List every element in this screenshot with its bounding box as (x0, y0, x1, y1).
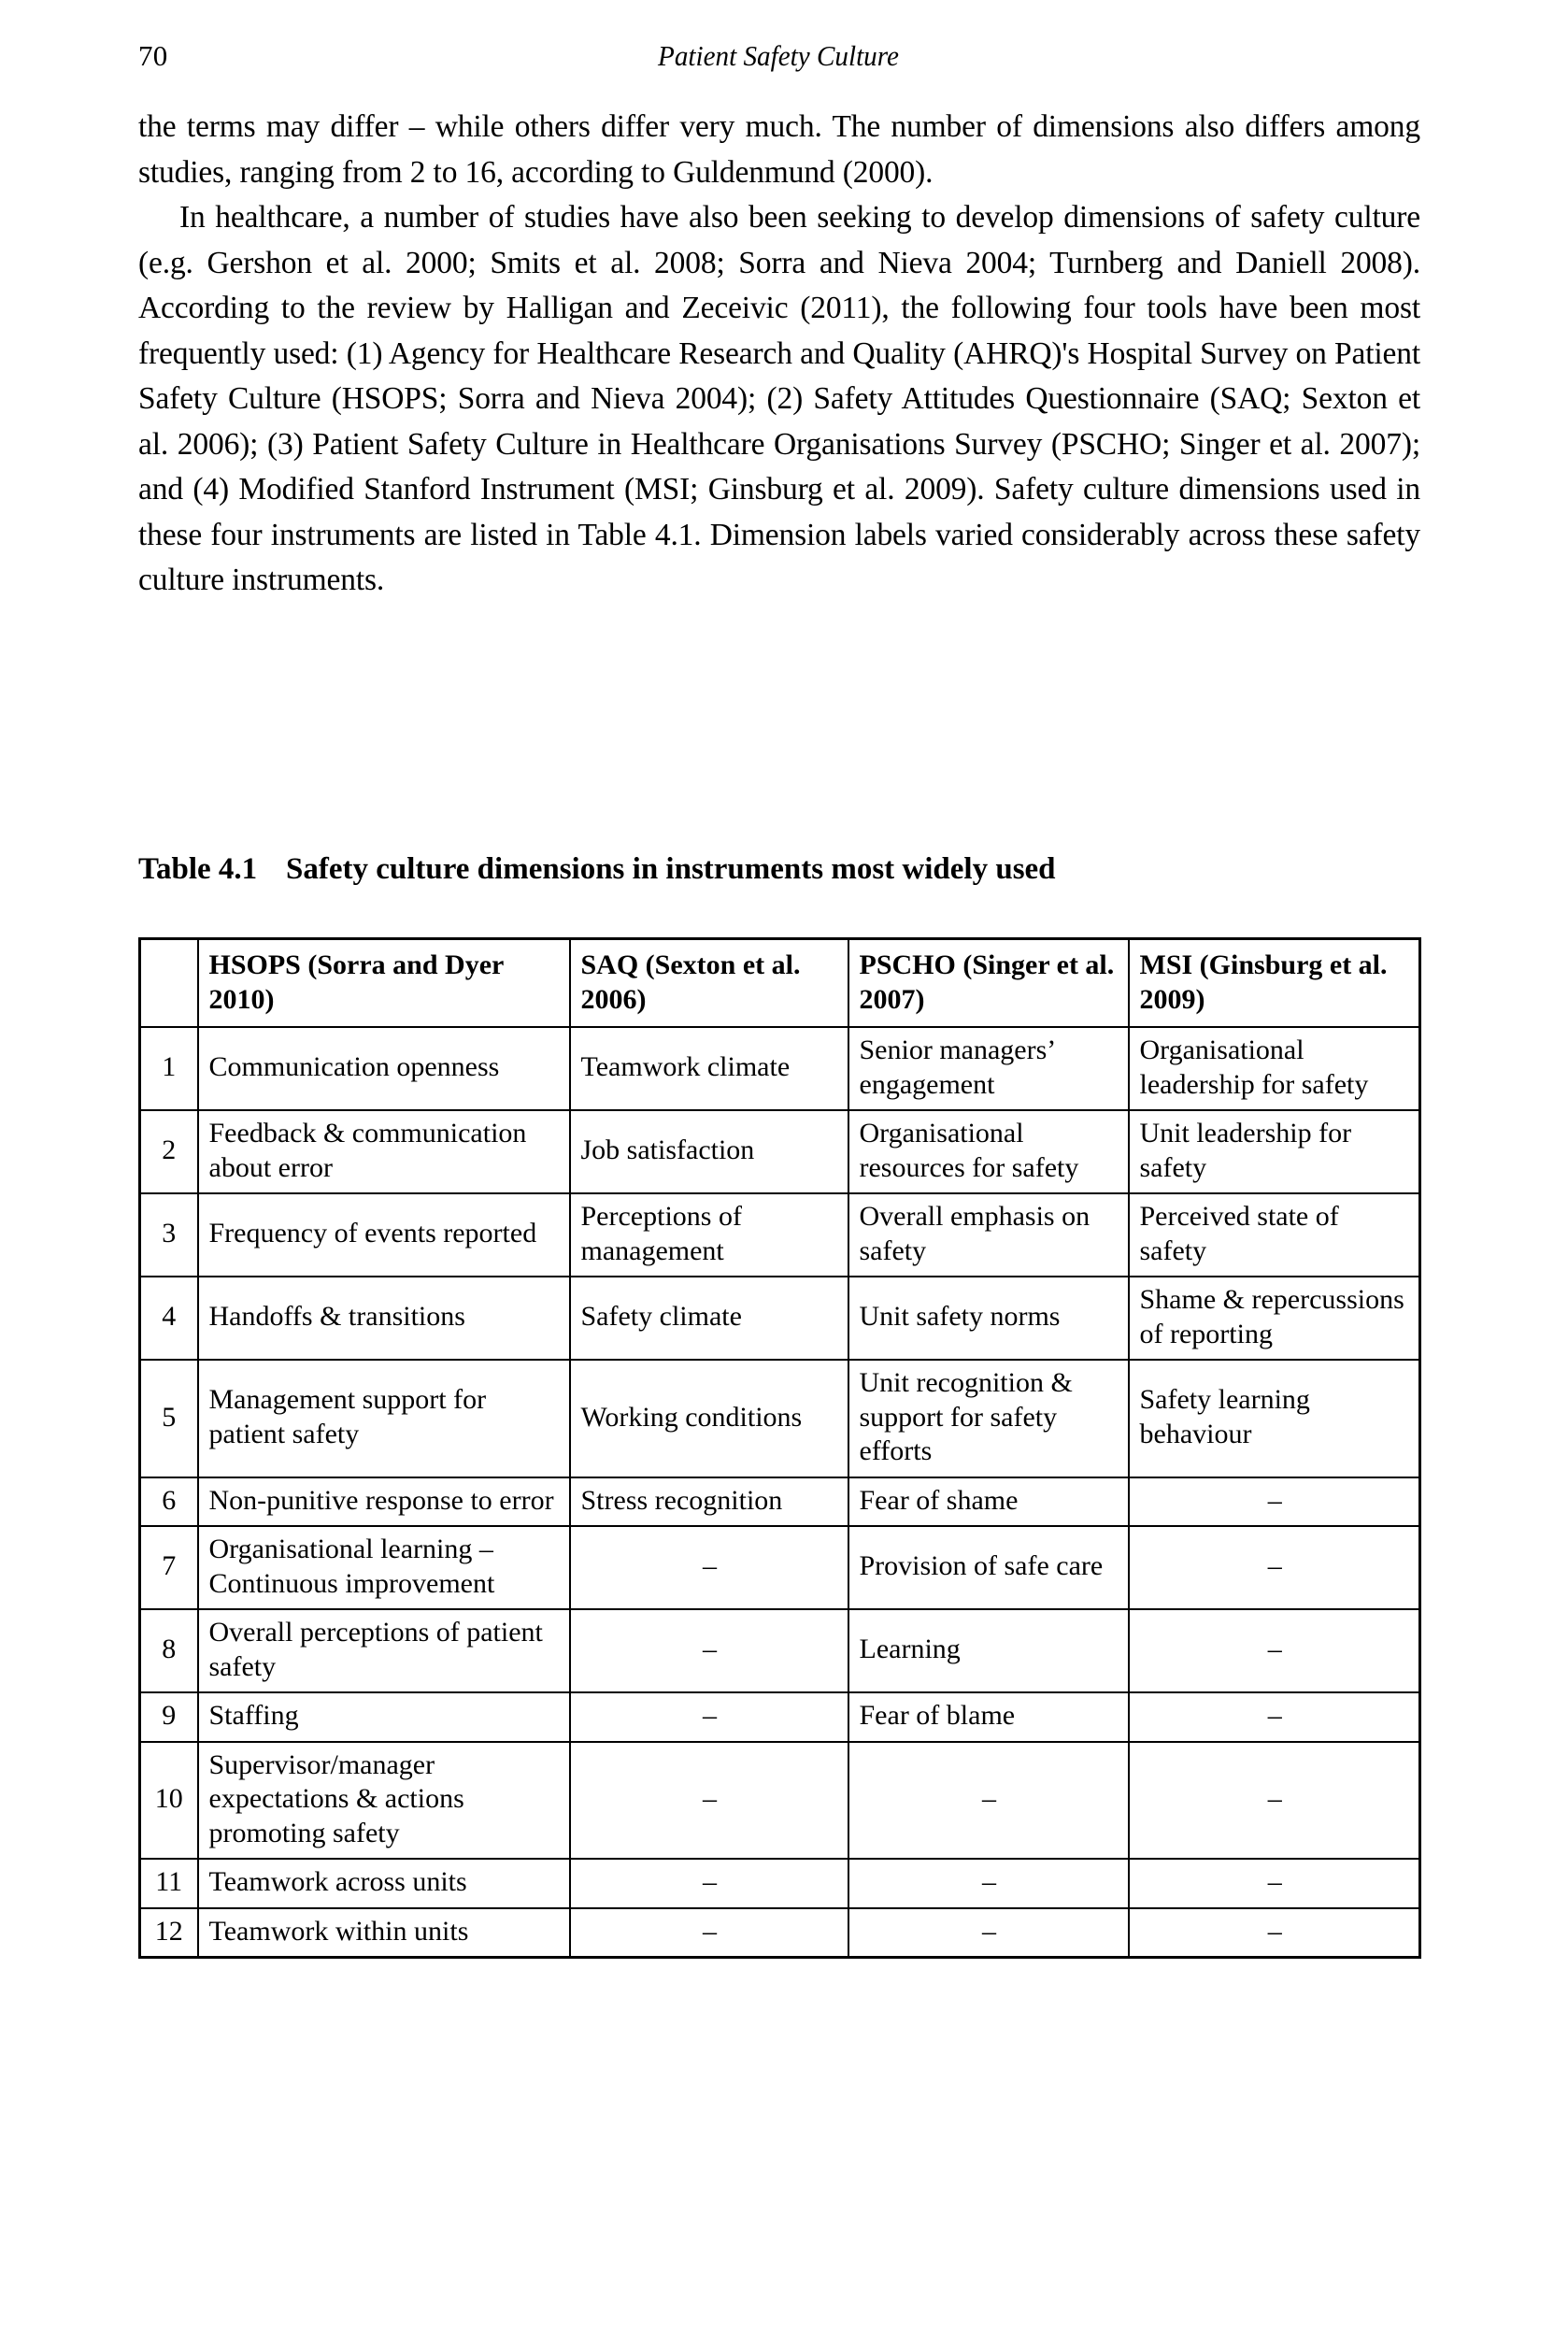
cell-hsops: Feedback & communication about error (196, 1109, 571, 1194)
table-head: HSOPS (Sorra and Dyer 2010) SAQ (Sexton … (138, 937, 1421, 1028)
cell-pscho: Fear of shame (847, 1476, 1130, 1527)
cell-msi: Unit leadership for safety (1127, 1109, 1421, 1194)
running-head: 70 Patient Safety Culture (138, 36, 1418, 77)
cell-msi: – (1127, 1740, 1421, 1860)
row-index: 6 (138, 1476, 199, 1527)
running-title: Patient Safety Culture (658, 39, 899, 72)
cell-saq: – (568, 1858, 849, 1909)
cell-msi: – (1127, 1906, 1421, 1959)
cell-saq: – (568, 1691, 849, 1743)
cell-saq: Stress recognition (568, 1476, 849, 1527)
document-page: 70 Patient Safety Culture the terms may … (0, 0, 1568, 2340)
table-row: 8 Overall perceptions of patient safety … (138, 1608, 1421, 1693)
cell-msi: Shame & repercussions of reporting (1127, 1276, 1421, 1361)
cell-hsops: Staffing (196, 1691, 571, 1743)
cell-hsops: Handoffs & transitions (196, 1276, 571, 1361)
cell-msi: Safety learning behaviour (1127, 1359, 1421, 1478)
cell-pscho: Overall emphasis on safety (847, 1192, 1130, 1277)
table-row: 11 Teamwork across units – – – (138, 1858, 1421, 1909)
cell-hsops: Non-punitive response to error (196, 1476, 571, 1527)
cell-pscho: – (847, 1858, 1130, 1909)
cell-msi: – (1127, 1525, 1421, 1610)
row-index: 12 (138, 1906, 199, 1959)
table-caption-text: Safety culture dimensions in instruments… (286, 852, 1056, 886)
table-row: 12 Teamwork within units – – – (138, 1906, 1421, 1959)
cell-pscho: – (847, 1740, 1130, 1860)
cell-msi: – (1127, 1691, 1421, 1743)
table-caption-number: Table 4.1 (138, 852, 258, 886)
row-index: 2 (138, 1109, 199, 1194)
row-index: 7 (138, 1525, 199, 1610)
column-header-index (138, 937, 199, 1028)
row-index: 4 (138, 1276, 199, 1361)
table-caption: Table 4.1 Safety culture dimensions in in… (138, 849, 1420, 890)
paragraph-2: In healthcare, a number of studies have … (138, 200, 1420, 597)
paragraph-1: the terms may differ – while others diff… (138, 109, 1420, 190)
cell-msi: Perceived state of safety (1127, 1192, 1421, 1277)
cell-pscho: Unit recognition & support for safety ef… (847, 1359, 1130, 1478)
cell-msi: – (1127, 1608, 1421, 1693)
cell-msi: – (1127, 1476, 1421, 1527)
row-index: 5 (138, 1359, 199, 1478)
cell-hsops: Supervisor/manager expectations & action… (196, 1740, 571, 1860)
table-row: 1 Communication openness Teamwork climat… (138, 1026, 1421, 1111)
column-header-hsops: HSOPS (Sorra and Dyer 2010) (196, 937, 571, 1028)
table-row: 7 Organisational learning – Continuous i… (138, 1525, 1421, 1610)
column-header-saq: SAQ (Sexton et al. 2006) (568, 937, 849, 1028)
column-header-msi: MSI (Ginsburg et al. 2009) (1127, 937, 1421, 1028)
cell-saq: Teamwork climate (568, 1026, 849, 1111)
table-header-row: HSOPS (Sorra and Dyer 2010) SAQ (Sexton … (138, 937, 1421, 1028)
row-index: 8 (138, 1608, 199, 1693)
cell-saq: – (568, 1740, 849, 1860)
table-row: 9 Staffing – Fear of blame – (138, 1691, 1421, 1743)
cell-pscho: Fear of blame (847, 1691, 1130, 1743)
cell-hsops: Teamwork within units (196, 1906, 571, 1959)
cell-saq: Perceptions of management (568, 1192, 849, 1277)
cell-hsops: Communication openness (196, 1026, 571, 1111)
cell-saq: Safety climate (568, 1276, 849, 1361)
cell-hsops: Teamwork across units (196, 1858, 571, 1909)
body-text: the terms may differ – while others diff… (138, 105, 1420, 604)
column-header-pscho: PSCHO (Singer et al. 2007) (847, 937, 1130, 1028)
table-row: 2 Feedback & communication about error J… (138, 1109, 1421, 1194)
row-index: 1 (138, 1026, 199, 1111)
cell-pscho: Provision of safe care (847, 1525, 1130, 1610)
cell-saq: – (568, 1906, 849, 1959)
table-container: HSOPS (Sorra and Dyer 2010) SAQ (Sexton … (138, 937, 1421, 1959)
row-index: 11 (138, 1858, 199, 1909)
cell-hsops: Overall perceptions of patient safety (196, 1608, 571, 1693)
table-row: 10 Supervisor/manager expectations & act… (138, 1740, 1421, 1860)
table-row: 5 Management support for patient safety … (138, 1359, 1421, 1478)
cell-pscho: Organisational resources for safety (847, 1109, 1130, 1194)
row-index: 10 (138, 1740, 199, 1860)
cell-saq: Job satisfaction (568, 1109, 849, 1194)
cell-saq: – (568, 1608, 849, 1693)
cell-pscho: Unit safety norms (847, 1276, 1130, 1361)
cell-msi: – (1127, 1858, 1421, 1909)
row-index: 9 (138, 1691, 199, 1743)
cell-pscho: Senior managers’ engagement (847, 1026, 1130, 1111)
table-row: 3 Frequency of events reported Perceptio… (138, 1192, 1421, 1277)
cell-pscho: – (847, 1906, 1130, 1959)
safety-culture-dimensions-table: HSOPS (Sorra and Dyer 2010) SAQ (Sexton … (138, 937, 1421, 1959)
cell-hsops: Management support for patient safety (196, 1359, 571, 1478)
cell-hsops: Organisational learning – Continuous imp… (196, 1525, 571, 1610)
table-row: 6 Non-punitive response to error Stress … (138, 1476, 1421, 1527)
table-row: 4 Handoffs & transitions Safety climate … (138, 1276, 1421, 1361)
cell-saq: – (568, 1525, 849, 1610)
cell-msi: Organisational leadership for safety (1127, 1026, 1421, 1111)
cell-saq: Working conditions (568, 1359, 849, 1478)
table-body: 1 Communication openness Teamwork climat… (138, 1026, 1421, 1959)
cell-hsops: Frequency of events reported (196, 1192, 571, 1277)
row-index: 3 (138, 1192, 199, 1277)
cell-pscho: Learning (847, 1608, 1130, 1693)
page-number: 70 (138, 39, 168, 72)
